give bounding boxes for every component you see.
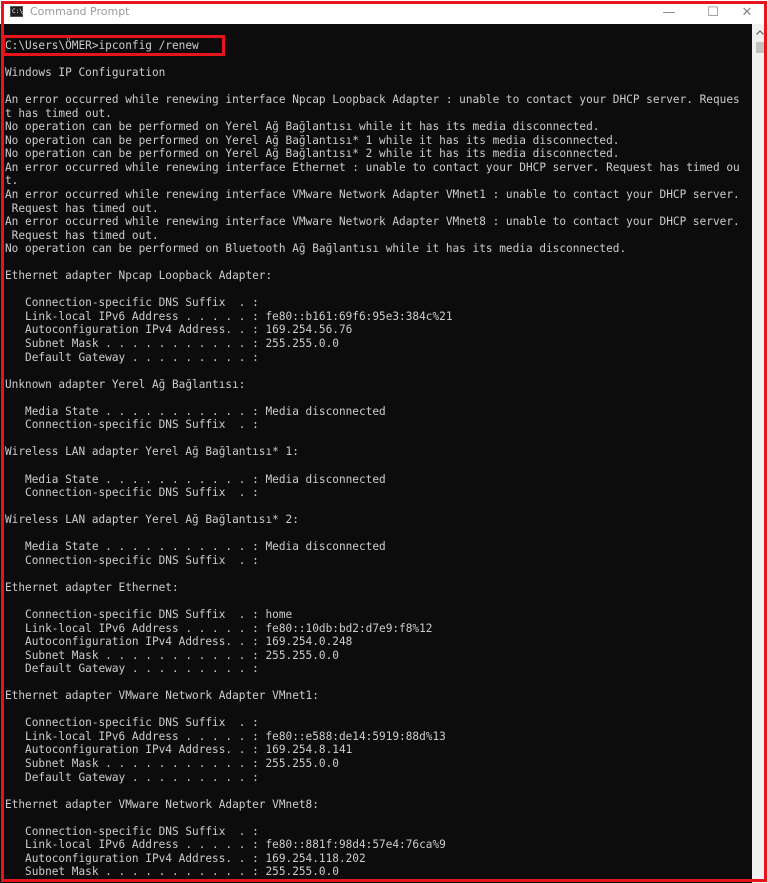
console-line: No operation can be performed on Yerel A… bbox=[5, 147, 620, 161]
title-bar[interactable]: C:\ Command Prompt — ☐ ✕ bbox=[0, 0, 768, 24]
console-line: Link-local IPv6 Address . . . . . : fe80… bbox=[5, 309, 453, 323]
console-output[interactable]: C:\Users\ÖMER>ipconfig /renew Windows IP … bbox=[0, 24, 752, 883]
console-line: Media State . . . . . . . . . . . : Medi… bbox=[5, 404, 386, 418]
console-line: Request has timed out. bbox=[5, 228, 159, 242]
console-line: Ethernet adapter VMware Network Adapter … bbox=[5, 689, 319, 703]
console-line: No operation can be performed on Yerel A… bbox=[5, 120, 600, 134]
console-line: Connection-specific DNS Suffix . : bbox=[5, 296, 259, 310]
console-line: Request has timed out. bbox=[5, 201, 159, 215]
window-title: Command Prompt bbox=[30, 5, 130, 18]
console-line: An error occurred while renewing interfa… bbox=[5, 93, 740, 107]
console-line: Subnet Mask . . . . . . . . . . . : 255.… bbox=[5, 648, 339, 662]
console-line: Connection-specific DNS Suffix . : bbox=[5, 418, 259, 432]
console-line: Link-local IPv6 Address . . . . . : fe80… bbox=[5, 729, 446, 743]
console-line: Autoconfiguration IPv4 Address. . : 169.… bbox=[5, 851, 366, 865]
console-line: Subnet Mask . . . . . . . . . . . : 255.… bbox=[5, 337, 339, 351]
console-line: t. bbox=[5, 174, 19, 188]
console-line: Media State . . . . . . . . . . . : Medi… bbox=[5, 540, 386, 554]
console-line: An error occurred while renewing interfa… bbox=[5, 188, 740, 202]
console-line: Link-local IPv6 Address . . . . . : fe80… bbox=[5, 838, 446, 852]
maximize-icon: ☐ bbox=[707, 4, 719, 20]
console-line: An error occurred while renewing interfa… bbox=[5, 160, 740, 174]
minimize-button[interactable]: — bbox=[646, 0, 692, 24]
console-line: Subnet Mask . . . . . . . . . . . : 255.… bbox=[5, 865, 339, 879]
minimize-icon: — bbox=[662, 4, 676, 20]
console-line: Default Gateway . . . . . . . . . : bbox=[5, 350, 259, 364]
console-line: An error occurred while renewing interfa… bbox=[5, 215, 740, 229]
console-line: Autoconfiguration IPv4 Address. . : 169.… bbox=[5, 323, 353, 337]
console-line: Link-local IPv6 Address . . . . . : fe80… bbox=[5, 621, 433, 635]
chevron-up-icon bbox=[756, 30, 764, 35]
console-line: No operation can be performed on Bluetoo… bbox=[5, 242, 627, 256]
console-line: No operation can be performed on Yerel A… bbox=[5, 133, 620, 147]
command-prompt-icon: C:\ bbox=[10, 6, 23, 17]
console-line: Connection-specific DNS Suffix . : bbox=[5, 553, 259, 567]
scroll-up-button[interactable] bbox=[752, 24, 768, 41]
console-line: Media State . . . . . . . . . . . : Medi… bbox=[5, 472, 386, 486]
console-line: Autoconfiguration IPv4 Address. . : 169.… bbox=[5, 743, 353, 757]
command-line: C:\Users\ÖMER>ipconfig /renew bbox=[5, 39, 199, 52]
console-line: Wireless LAN adapter Yerel Ağ Bağlantısı… bbox=[5, 445, 299, 459]
console-line: Default Gateway . . . . . . . . . : bbox=[5, 770, 259, 784]
console-line: t has timed out. bbox=[5, 106, 112, 120]
console-line: Connection-specific DNS Suffix . : bbox=[5, 824, 259, 838]
console-line: Connection-specific DNS Suffix . : home bbox=[5, 607, 293, 621]
scroll-thumb[interactable] bbox=[756, 42, 764, 53]
command-prompt-window: C:\ Command Prompt — ☐ ✕ C:\Users\ÖMER>i… bbox=[0, 0, 768, 883]
console-line: Unknown adapter Yerel Ağ Bağlantısı: bbox=[5, 377, 246, 391]
close-icon: ✕ bbox=[741, 4, 753, 20]
vertical-scrollbar[interactable] bbox=[752, 24, 768, 883]
console-line: Ethernet adapter Ethernet: bbox=[5, 580, 179, 594]
close-button[interactable]: ✕ bbox=[724, 0, 768, 24]
console-line: Autoconfiguration IPv4 Address. . : 169.… bbox=[5, 635, 353, 649]
console-line: Wireless LAN adapter Yerel Ağ Bağlantısı… bbox=[5, 513, 299, 527]
console-line: Ethernet adapter Npcap Loopback Adapter: bbox=[5, 269, 273, 283]
console-line: Subnet Mask . . . . . . . . . . . : 255.… bbox=[5, 756, 339, 770]
console-line: Connection-specific DNS Suffix . : bbox=[5, 486, 259, 500]
console-line: Connection-specific DNS Suffix . : bbox=[5, 716, 259, 730]
console-line: Ethernet adapter VMware Network Adapter … bbox=[5, 797, 319, 811]
console-line: Default Gateway . . . . . . . . . : bbox=[5, 662, 259, 676]
console-line: Windows IP Configuration bbox=[5, 66, 166, 80]
